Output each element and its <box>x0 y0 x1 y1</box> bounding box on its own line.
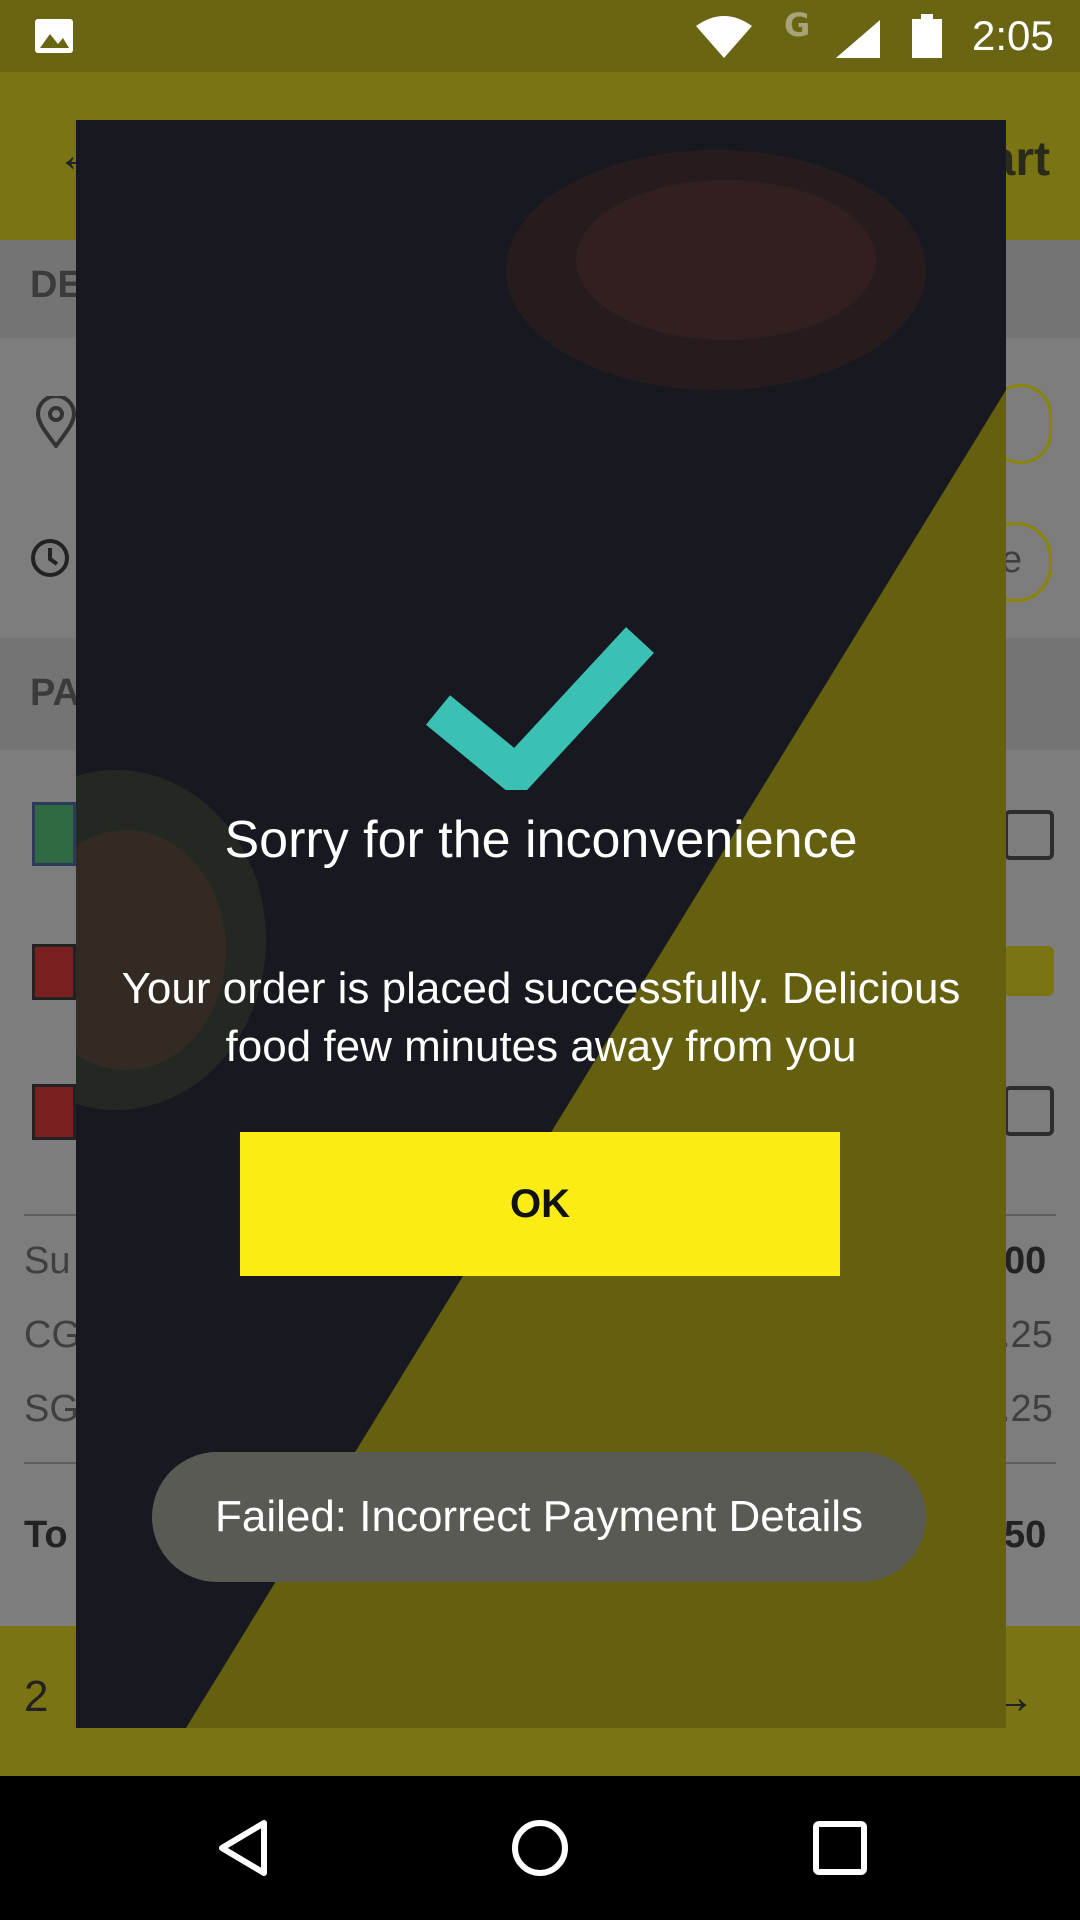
status-bar: G 2:05 <box>0 0 1080 72</box>
section-label: DE <box>30 264 83 306</box>
cash-icon <box>32 802 76 866</box>
section-label: PA <box>30 672 80 714</box>
sgst-value: .25 <box>1000 1388 1053 1430</box>
wifi-icon <box>696 16 752 58</box>
card-icon <box>32 944 76 1000</box>
total-label: To <box>24 1514 68 1556</box>
dialog-message: Your order is placed successfully. Delic… <box>121 964 961 1071</box>
image-icon <box>35 19 73 53</box>
battery-icon <box>912 14 942 58</box>
payment-checkbox-2[interactable] <box>1004 946 1054 996</box>
subtotal-label: Su <box>24 1240 71 1282</box>
cgst-label: CG <box>24 1314 81 1356</box>
home-icon[interactable] <box>510 1818 570 1878</box>
subtotal-value: 00 <box>1004 1240 1047 1282</box>
payment-checkbox-3[interactable] <box>1004 1086 1054 1136</box>
clock: 2:05 <box>972 12 1054 59</box>
card-icon <box>32 1084 76 1140</box>
network-type-label: G <box>784 6 811 44</box>
payment-checkbox-1[interactable] <box>1004 810 1054 860</box>
checkmark-icon <box>425 627 654 790</box>
total-value: 50 <box>1004 1514 1047 1556</box>
item-count: 2 <box>24 1672 49 1721</box>
sgst-label: SG <box>24 1388 79 1430</box>
signal-icon <box>836 20 880 58</box>
recents-icon[interactable] <box>812 1820 868 1876</box>
dialog-title: Sorry for the inconvenience <box>224 811 858 869</box>
clock-icon <box>31 539 69 577</box>
system-nav-bar <box>0 1776 1080 1920</box>
back-icon[interactable] <box>214 1818 270 1878</box>
ok-button[interactable]: OK <box>240 1132 840 1276</box>
error-toast: Failed: Incorrect Payment Details <box>152 1452 926 1582</box>
location-pin-icon <box>36 396 76 448</box>
cgst-value: .25 <box>1000 1314 1053 1356</box>
